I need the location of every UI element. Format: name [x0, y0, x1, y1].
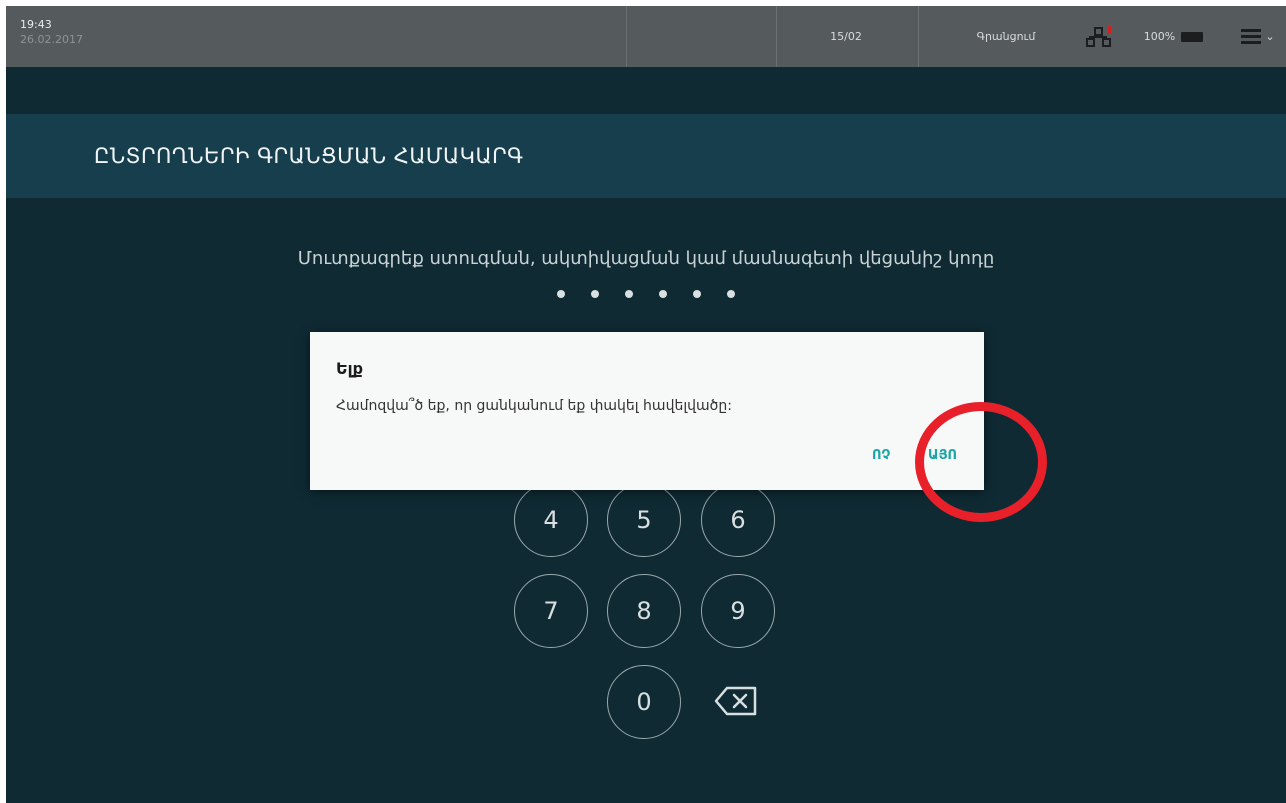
status-time: 19:43: [20, 18, 52, 31]
status-date-field: 15/02: [830, 30, 862, 43]
backspace-button[interactable]: [708, 681, 764, 721]
backspace-icon: [714, 686, 757, 716]
pin-dot: [591, 290, 599, 298]
battery-indicator: 100%: [1136, 6, 1211, 67]
pin-dot: [727, 290, 735, 298]
pin-dot: [693, 290, 701, 298]
battery-icon: [1181, 31, 1204, 42]
keypad-key-9[interactable]: 9: [701, 574, 775, 648]
keypad-key-8[interactable]: 8: [607, 574, 681, 648]
battery-label: 100%: [1143, 30, 1176, 43]
exit-dialog: Ելք Համոզվա՞ծ եք, որ ցանկանում եք փակել …: [310, 332, 984, 490]
pin-prompt: Մուտքագրեք ստուգման, ակտիվացման կամ մասն…: [297, 248, 995, 269]
dialog-message: Համոզվա՞ծ եք, որ ցանկանում եք փակել հավե…: [336, 398, 732, 414]
status-divider: [776, 6, 777, 67]
status-date: 26.02.2017: [20, 33, 83, 46]
header-strip: ԸՆՏՐՈՂՆԵՐԻ ԳՐԱՆՑՄԱՆ ՀԱՄԱԿԱՐԳ: [6, 114, 1286, 198]
keypad-key-7[interactable]: 7: [514, 574, 588, 648]
keypad-key-5[interactable]: 5: [607, 483, 681, 557]
keypad-key-6[interactable]: 6: [701, 483, 775, 557]
pin-dot: [659, 290, 667, 298]
pin-dot: [625, 290, 633, 298]
keypad-key-4[interactable]: 4: [514, 483, 588, 557]
no-button[interactable]: ՈՉ: [872, 448, 890, 463]
pin-dots: [6, 290, 1286, 298]
menu-button[interactable]: ⌄: [1234, 6, 1282, 67]
dialog-title: Ելք: [336, 359, 363, 378]
keypad-key-0[interactable]: 0: [607, 665, 681, 739]
network-icon[interactable]: [1079, 6, 1119, 67]
menu-icon: [1241, 29, 1262, 44]
status-bar: 19:43 26.02.2017 15/02 Գրանցում 100% ⌄: [6, 6, 1286, 67]
pin-dot: [557, 290, 565, 298]
page-title: ԸՆՏՐՈՂՆԵՐԻ ԳՐԱՆՑՄԱՆ ՀԱՄԱԿԱՐԳ: [94, 144, 524, 168]
status-divider: [918, 6, 919, 67]
app-screen: 19:43 26.02.2017 15/02 Գրանցում 100% ⌄ Ը…: [6, 6, 1286, 803]
highlight-circle: [915, 402, 1047, 522]
status-mode: Գրանցում: [976, 30, 1036, 43]
chevron-down-icon: ⌄: [1265, 30, 1275, 43]
status-divider: [626, 6, 627, 67]
